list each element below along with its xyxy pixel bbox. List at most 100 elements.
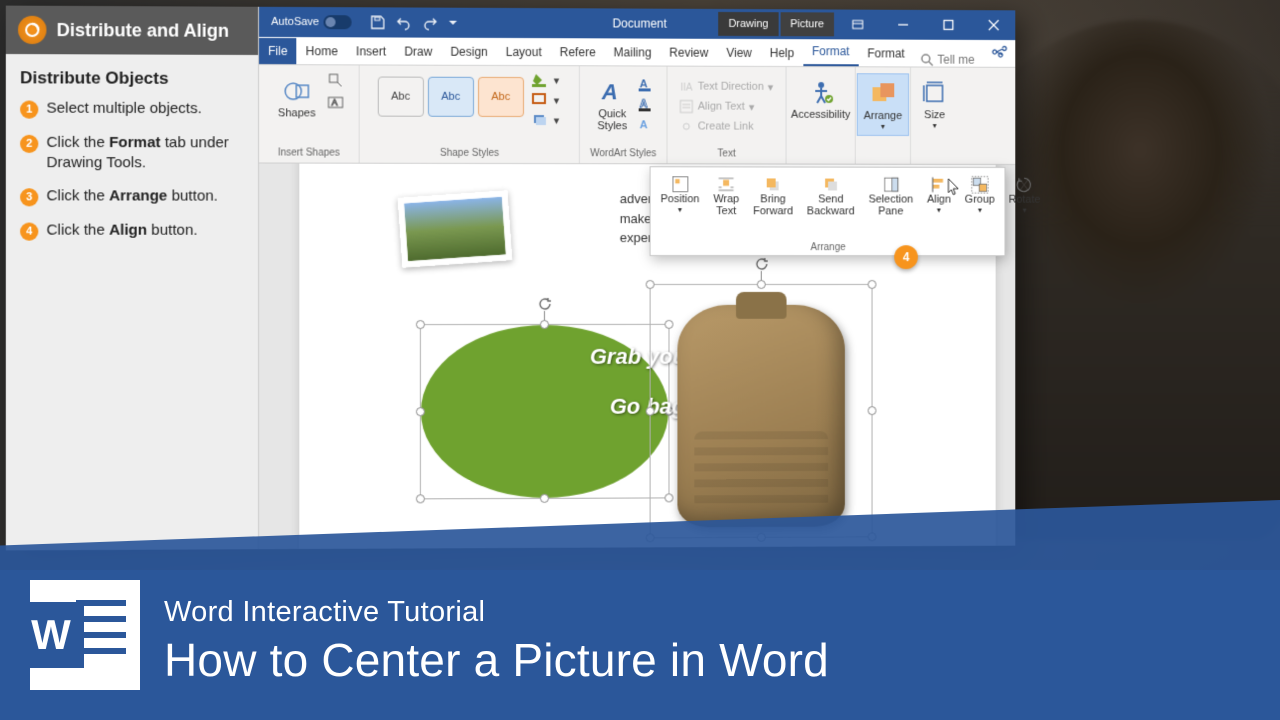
tutorial-sidebar: Distribute and Align Distribute Objects …: [6, 6, 259, 551]
text-outline-icon[interactable]: A: [636, 96, 656, 112]
step-text: Click the Align button.: [46, 221, 197, 241]
tell-me-search[interactable]: Tell me: [920, 53, 975, 67]
undo-icon[interactable]: [396, 14, 412, 30]
redo-icon[interactable]: [422, 15, 438, 31]
rotate-handle-icon[interactable]: [754, 257, 768, 271]
svg-text:IIA: IIA: [681, 83, 693, 94]
resize-handle[interactable]: [756, 280, 765, 289]
ribbon-group-label: Text: [717, 148, 735, 161]
shape-outline-icon[interactable]: ▾: [530, 92, 561, 108]
step-text: Click the Format tab under Drawing Tools…: [46, 133, 243, 173]
bring-forward-button[interactable]: Bring Forward: [747, 171, 799, 255]
shape-style-swatch[interactable]: Abc: [428, 77, 474, 117]
tab-references[interactable]: Refere: [551, 39, 605, 65]
ribbon-display-icon[interactable]: [836, 10, 879, 40]
share-button[interactable]: [984, 40, 1015, 67]
ribbon-group-label: Shape Styles: [440, 148, 499, 161]
sidebar-header: Distribute and Align: [6, 6, 258, 55]
tab-help[interactable]: Help: [761, 40, 803, 66]
align-button[interactable]: Align▾: [921, 172, 957, 255]
quick-styles-button[interactable]: A Quick Styles: [590, 72, 634, 136]
shape-style-gallery[interactable]: Abc Abc Abc: [377, 77, 523, 118]
edit-shape-icon[interactable]: [326, 71, 346, 89]
maximize-icon[interactable]: [927, 10, 970, 40]
backpack-image[interactable]: [651, 285, 872, 537]
autosave-label: AutoSave: [271, 16, 319, 28]
qat-dropdown-icon[interactable]: [448, 15, 464, 31]
shapes-gallery-button[interactable]: Shapes: [272, 71, 322, 123]
step-badge-4: 4: [894, 245, 918, 269]
resize-handle[interactable]: [416, 320, 425, 329]
tab-view[interactable]: View: [717, 40, 760, 66]
tab-mailings[interactable]: Mailing: [605, 39, 661, 65]
accessibility-button[interactable]: Accessibility: [785, 73, 856, 125]
shape-style-swatch[interactable]: Abc: [478, 77, 524, 117]
wrap-text-button[interactable]: Wrap Text: [707, 171, 745, 255]
group-button[interactable]: Group▾: [959, 172, 1001, 255]
wrap-text-icon: [717, 175, 735, 193]
ribbon-group-shape-styles: Abc Abc Abc ▾ ▾ ▾ Shape Styles: [360, 65, 580, 163]
wordart-icon: A: [596, 76, 628, 108]
selection-pane-button[interactable]: Selection Pane: [863, 172, 919, 256]
tab-format-drawing[interactable]: Format: [803, 38, 858, 66]
resize-handle[interactable]: [868, 406, 877, 415]
accessibility-label: Accessibility: [791, 109, 850, 121]
resize-handle[interactable]: [416, 407, 425, 416]
sidebar-section-title: Distribute Objects: [6, 54, 258, 99]
selected-backpack-picture[interactable]: [650, 284, 873, 538]
text-box-icon[interactable]: A: [326, 93, 346, 111]
resize-handle[interactable]: [868, 280, 877, 289]
tab-review[interactable]: Review: [660, 40, 717, 66]
resize-handle[interactable]: [868, 532, 877, 541]
step-text: Select multiple objects.: [46, 99, 201, 120]
context-tab-picture[interactable]: Picture: [780, 12, 834, 36]
toggle-icon[interactable]: [323, 15, 351, 29]
resize-handle[interactable]: [540, 320, 549, 329]
step-item: 4 Click the Align button.: [20, 221, 244, 241]
text-effects-icon[interactable]: A: [636, 116, 656, 132]
svg-text:A: A: [600, 79, 617, 104]
save-icon[interactable]: [369, 14, 385, 30]
resize-handle[interactable]: [646, 406, 655, 415]
close-icon[interactable]: [972, 10, 1015, 40]
selection-pane-icon: [882, 176, 900, 194]
minimize-icon[interactable]: [881, 10, 924, 40]
inserted-photo[interactable]: [398, 190, 513, 267]
rotate-handle-icon[interactable]: [538, 297, 552, 311]
rotate-button[interactable]: Rotate▾: [1003, 172, 1047, 255]
text-fill-icon[interactable]: A: [636, 76, 656, 92]
autosave-toggle[interactable]: AutoSave: [271, 15, 351, 29]
step-text: Click the Arrange button.: [46, 186, 217, 206]
shapes-icon: [281, 75, 313, 107]
resize-handle[interactable]: [646, 533, 655, 542]
ribbon-group-wordart: A Quick Styles A A A WordArt Styles: [580, 66, 668, 163]
size-button[interactable]: Size ▾: [913, 73, 956, 134]
resize-handle[interactable]: [416, 494, 425, 503]
tab-format-picture[interactable]: Format: [858, 40, 913, 66]
arrange-label: Arrange: [864, 110, 903, 122]
bring-forward-icon: [764, 175, 782, 193]
text-direction-button: IIAText Direction▾: [678, 79, 775, 95]
step-item: 2 Click the Format tab under Drawing Too…: [20, 133, 244, 173]
tab-draw[interactable]: Draw: [395, 39, 441, 65]
tab-home[interactable]: Home: [297, 38, 347, 64]
sidebar-header-title: Distribute and Align: [57, 19, 229, 41]
resize-handle[interactable]: [756, 533, 765, 542]
tab-design[interactable]: Design: [441, 39, 496, 65]
shape-effects-icon[interactable]: ▾: [530, 112, 561, 128]
tab-file[interactable]: File: [259, 38, 297, 64]
wordart-tools-column: A A A: [636, 76, 656, 136]
monitor-frame: Distribute and Align Distribute Objects …: [6, 6, 1015, 551]
step-list: 1 Select multiple objects. 2 Click the F…: [6, 98, 258, 240]
context-tab-drawing[interactable]: Drawing: [719, 12, 779, 36]
resize-handle[interactable]: [646, 280, 655, 289]
position-button[interactable]: Position▾: [655, 171, 706, 255]
arrange-button[interactable]: Arrange ▾: [857, 73, 909, 136]
tab-insert[interactable]: Insert: [347, 38, 395, 64]
shape-fill-icon[interactable]: ▾: [530, 72, 561, 88]
tab-layout[interactable]: Layout: [497, 39, 551, 65]
ribbon-group-insert-shapes: Shapes A Insert Shapes: [259, 65, 360, 163]
document-title: Document: [612, 16, 666, 30]
shape-style-swatch[interactable]: Abc: [377, 77, 423, 117]
resize-handle[interactable]: [540, 494, 549, 503]
